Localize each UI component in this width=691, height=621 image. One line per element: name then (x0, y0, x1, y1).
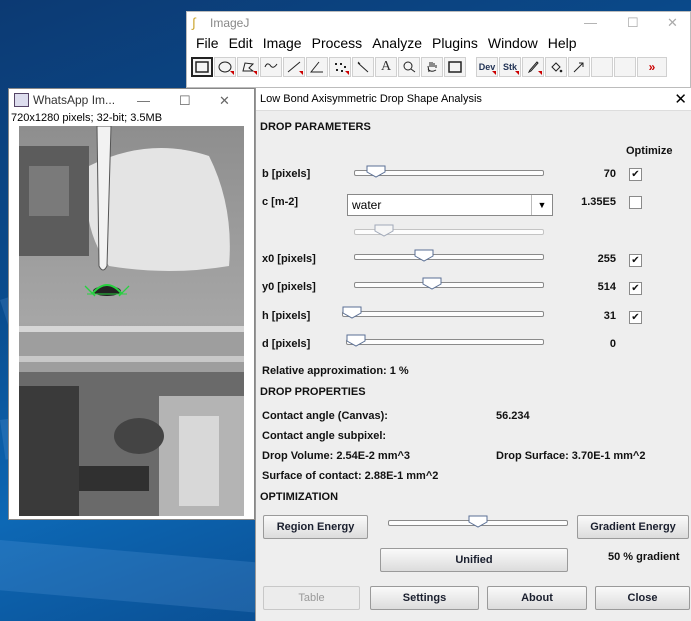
param-y0-optimize-checkbox[interactable]: ✔ (629, 282, 642, 295)
drop-image[interactable] (19, 126, 244, 516)
point-tool-icon[interactable] (329, 57, 351, 77)
param-b-optimize-checkbox[interactable]: ✔ (629, 168, 642, 181)
param-x0-label: x0 [pixels] (262, 253, 316, 265)
param-x0-slider[interactable] (354, 249, 544, 262)
empty-slot-2 (614, 57, 636, 77)
image-window-title: WhatsApp Im... (33, 93, 116, 107)
menu-analyze[interactable]: Analyze (367, 35, 427, 51)
imagej-title: ImageJ (210, 16, 250, 30)
param-h-optimize-checkbox[interactable]: ✔ (629, 311, 642, 324)
lbadsa-dialog: Low Bond Axisymmetric Drop Shape Analysi… (255, 88, 691, 621)
gradient-percent: 50 % gradient (608, 551, 680, 563)
image-window-titlebar: WhatsApp Im... (9, 89, 254, 111)
oval-tool-icon[interactable] (214, 57, 236, 77)
image-window-icon (14, 93, 29, 107)
magnifier-icon[interactable] (398, 57, 420, 77)
optimization-header: OPTIMIZATION (260, 491, 339, 503)
wand-tool-icon[interactable] (352, 57, 374, 77)
arrow-tool-icon[interactable] (568, 57, 590, 77)
contact-angle-subpixel-label: Contact angle subpixel: (262, 430, 387, 442)
angle-tool-icon[interactable] (306, 57, 328, 77)
imagej-titlebar: ∫ ImageJ (187, 12, 690, 34)
param-x0-optimize-checkbox[interactable]: ✔ (629, 254, 642, 267)
stk-menu-button[interactable]: Stk (499, 57, 521, 77)
param-d-slider[interactable] (346, 334, 544, 347)
line-tool-icon[interactable] (283, 57, 305, 77)
param-d-value: 0 (609, 338, 616, 350)
more-label: » (648, 60, 656, 74)
unified-button[interactable]: Unified (380, 548, 568, 572)
polygon-tool-icon[interactable] (237, 57, 259, 77)
dialog-titlebar: Low Bond Axisymmetric Drop Shape Analysi… (256, 88, 691, 111)
freehand-tool-icon[interactable] (260, 57, 282, 77)
image-minimize-icon[interactable]: — (137, 93, 150, 108)
imagej-window: ∫ ImageJ — ☐ ✕ File Edit Image Process A… (186, 11, 691, 88)
contact-angle-canvas-value: 56.234 (496, 410, 530, 422)
optimize-header: Optimize (626, 145, 673, 157)
param-x0-value: 255 (597, 253, 616, 265)
flood-fill-icon[interactable] (545, 57, 567, 77)
menu-help[interactable]: Help (543, 35, 582, 51)
drop-volume: Drop Volume: 2.54E-2 mm^3 (262, 450, 411, 462)
param-c-label: c [m-2] (262, 196, 299, 208)
param-b-label: b [pixels] (262, 168, 311, 180)
surface-of-contact: Surface of contact: 2.88E-1 mm^2 (262, 470, 439, 482)
menu-edit[interactable]: Edit (224, 35, 258, 51)
param-h-slider[interactable] (342, 306, 544, 319)
brush-icon[interactable] (522, 57, 544, 77)
color-picker-icon[interactable] (444, 57, 466, 77)
param-c-optimize-checkbox[interactable] (629, 196, 642, 209)
param-y0-slider[interactable] (354, 277, 544, 290)
param-y0-value: 514 (597, 281, 616, 293)
dialog-title: Low Bond Axisymmetric Drop Shape Analysi… (260, 93, 482, 105)
gradient-energy-button[interactable]: Gradient Energy (577, 515, 689, 539)
dev-menu-button[interactable]: Dev (476, 57, 498, 77)
empty-slot-1 (591, 57, 613, 77)
toolbar: A Dev Stk » (191, 57, 668, 77)
drop-surface: Drop Surface: 3.70E-1 mm^2 (496, 450, 646, 462)
minimize-icon[interactable]: — (584, 15, 597, 30)
drop-parameters-header: DROP PARAMETERS (260, 121, 371, 133)
about-button[interactable]: About (487, 586, 587, 610)
text-tool-icon[interactable]: A (375, 57, 397, 77)
param-b-slider[interactable] (354, 165, 544, 178)
region-energy-button[interactable]: Region Energy (263, 515, 368, 539)
close-icon[interactable]: ✕ (667, 15, 678, 31)
image-maximize-icon[interactable]: ☐ (179, 93, 191, 109)
contact-angle-canvas-label: Contact angle (Canvas): (262, 410, 388, 422)
menu-bar: File Edit Image Process Analyze Plugins … (191, 35, 582, 51)
imagej-app-icon: ∫ (192, 15, 196, 30)
image-window: WhatsApp Im... — ☐ ✕ 720x1280 pixels; 32… (8, 88, 255, 520)
more-tools-button[interactable]: » (637, 57, 667, 77)
menu-plugins[interactable]: Plugins (427, 35, 483, 51)
energy-balance-slider[interactable] (388, 515, 568, 528)
menu-image[interactable]: Image (258, 35, 307, 51)
param-b-value: 70 (603, 168, 616, 180)
table-button[interactable]: Table (263, 586, 360, 610)
close-button[interactable]: Close (595, 586, 690, 610)
menu-window[interactable]: Window (483, 35, 543, 51)
image-close-icon[interactable]: ✕ (219, 93, 230, 109)
settings-button[interactable]: Settings (370, 586, 479, 610)
drop-properties-header: DROP PROPERTIES (260, 386, 366, 398)
param-c-slider[interactable] (354, 224, 544, 237)
maximize-icon[interactable]: ☐ (627, 15, 639, 31)
dialog-close-icon[interactable]: ✕ (674, 90, 687, 108)
liquid-select-value: water (352, 198, 382, 212)
menu-process[interactable]: Process (307, 35, 368, 51)
rectangle-tool-icon[interactable] (191, 57, 213, 77)
param-h-value: 31 (603, 310, 616, 322)
menu-file[interactable]: File (191, 35, 224, 51)
image-info: 720x1280 pixels; 32-bit; 3.5MB (11, 112, 163, 124)
liquid-select[interactable]: water ▼ (347, 194, 553, 216)
relative-approximation: Relative approximation: 1 % (262, 365, 409, 377)
param-y0-label: y0 [pixels] (262, 281, 316, 293)
param-h-label: h [pixels] (262, 310, 311, 322)
param-d-label: d [pixels] (262, 338, 311, 350)
param-c-value: 1.35E5 (581, 196, 616, 208)
chevron-down-icon: ▼ (531, 195, 552, 215)
hand-icon[interactable] (421, 57, 443, 77)
